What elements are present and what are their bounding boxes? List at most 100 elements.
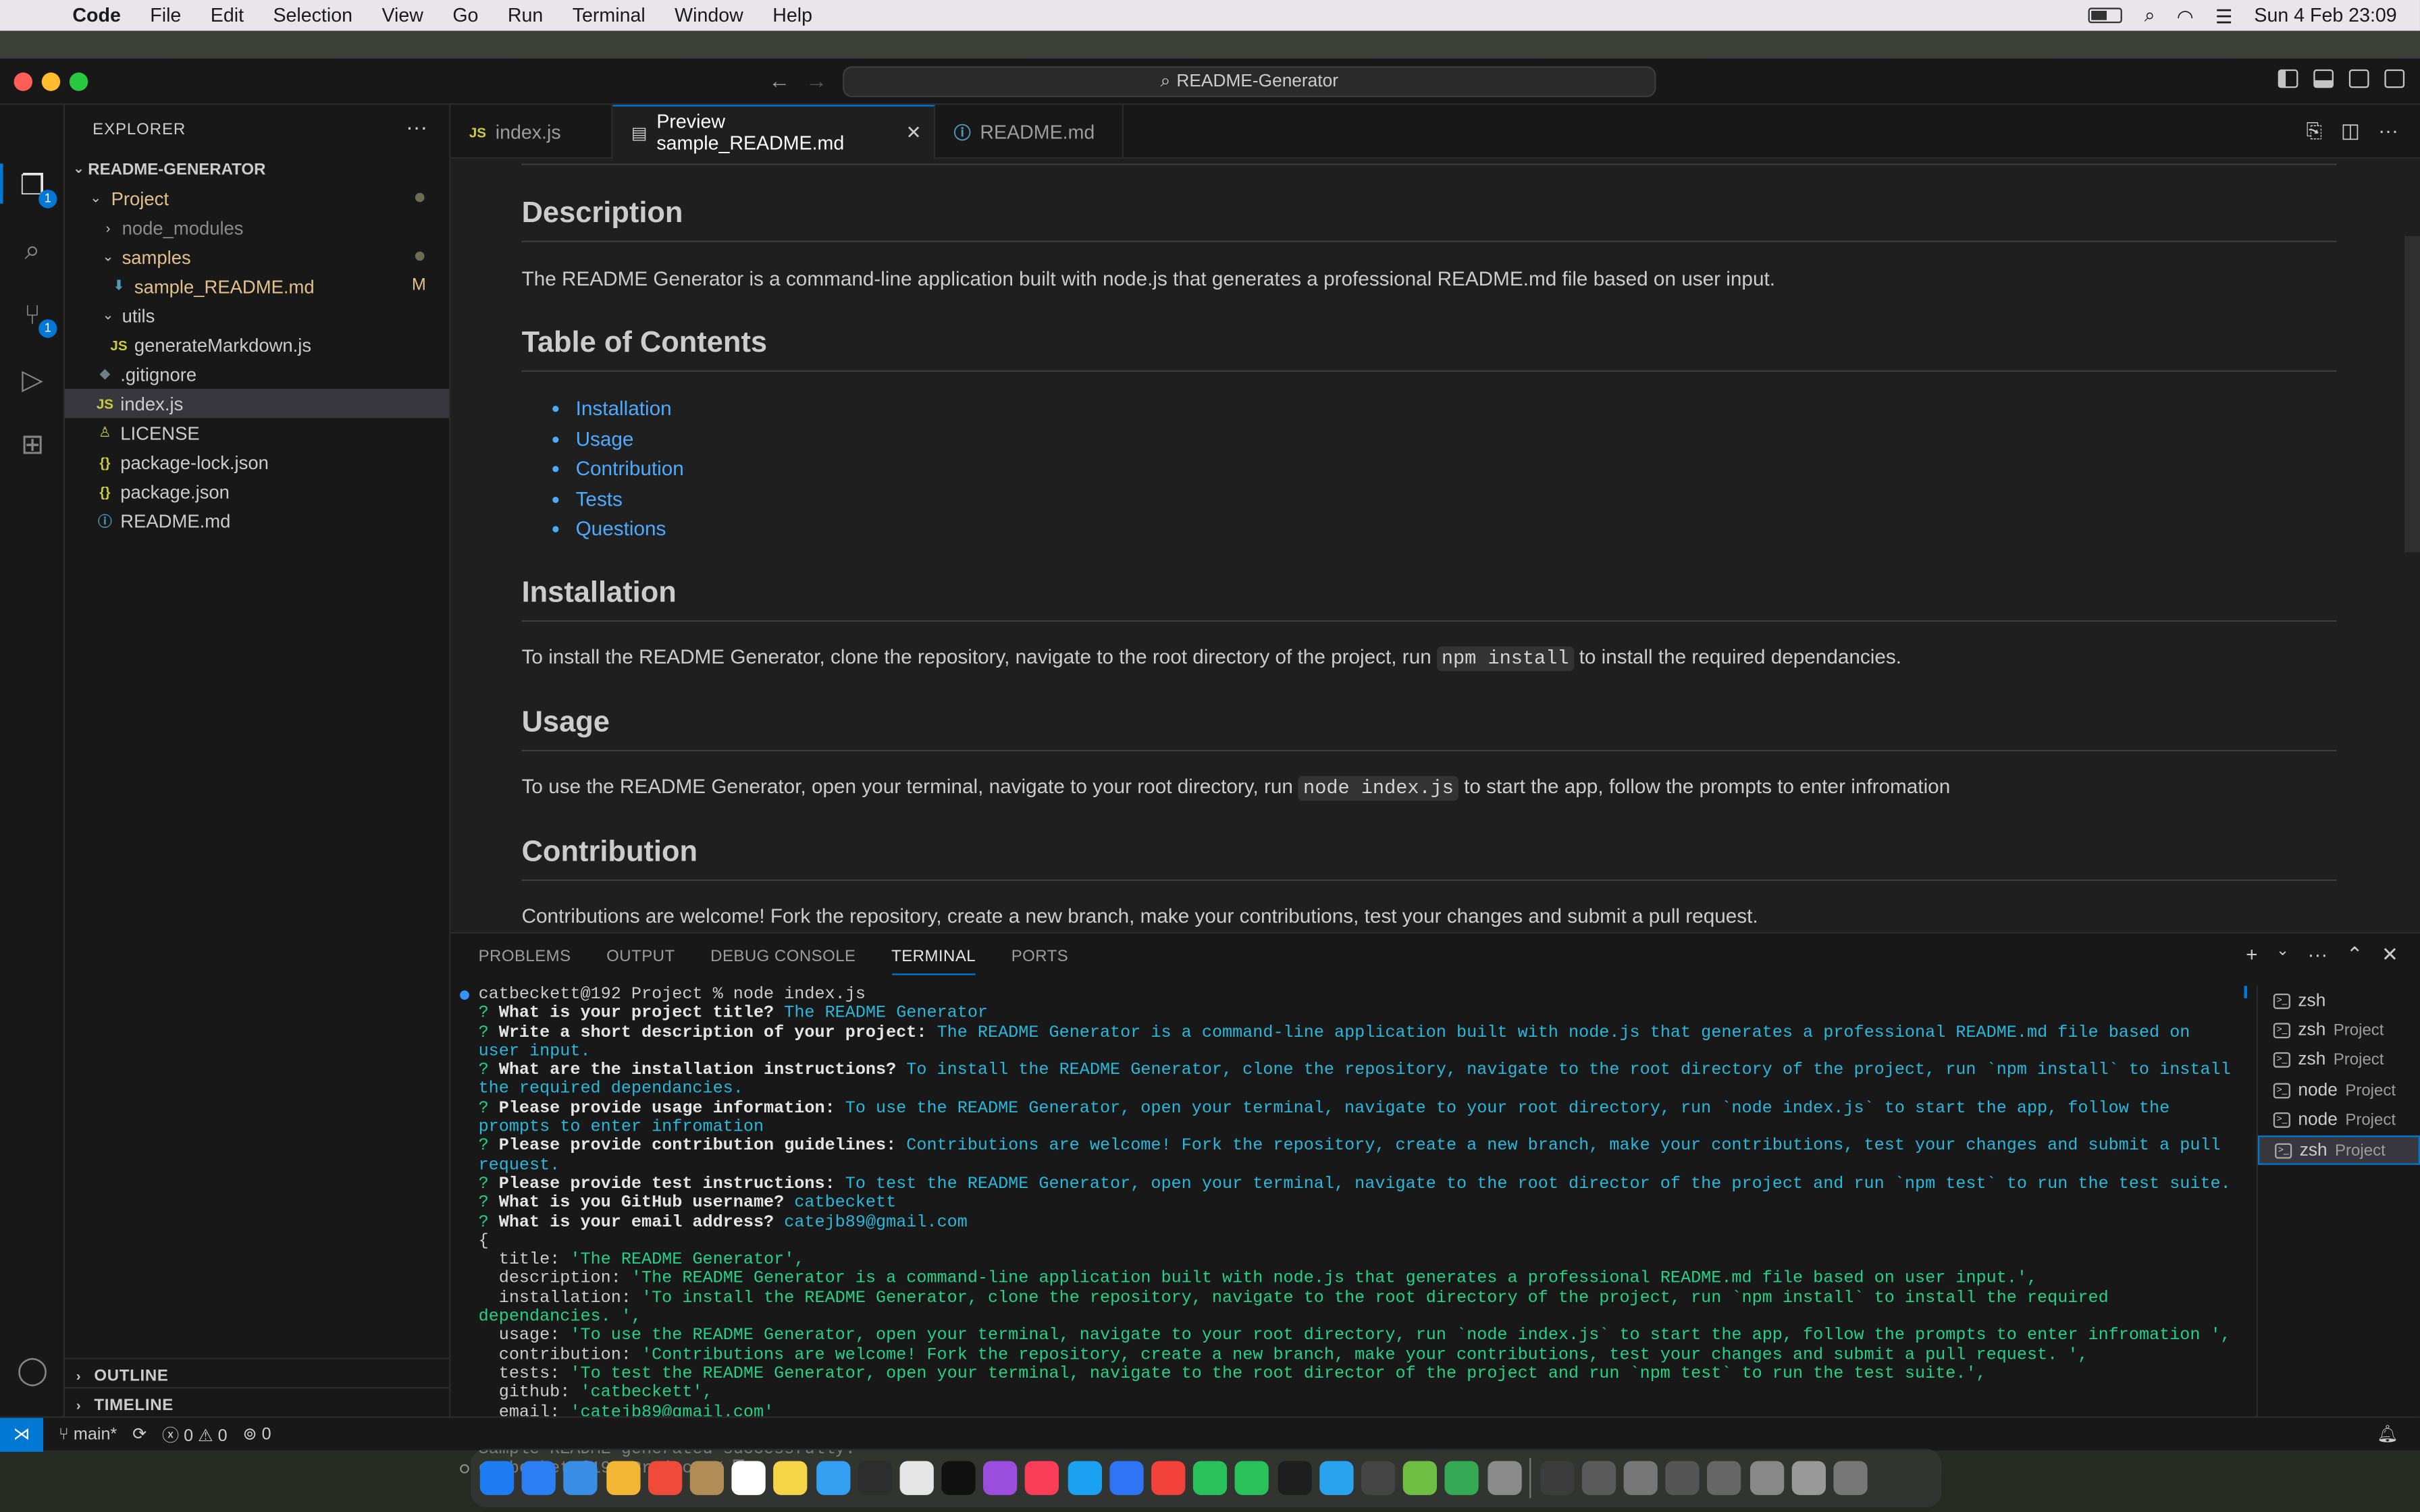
- dock-app-icon[interactable]: [858, 1461, 892, 1495]
- tree-file-gitignore[interactable]: ◆ .gitignore: [65, 360, 449, 389]
- more-actions-icon[interactable]: ···: [2308, 943, 2328, 968]
- dock-app-icon[interactable]: [1750, 1461, 1784, 1495]
- tree-folder-project[interactable]: ⌄ Project: [65, 184, 449, 213]
- dock-app-icon[interactable]: [1067, 1461, 1102, 1495]
- dock-app-icon[interactable]: [1151, 1461, 1186, 1495]
- dock-app-icon[interactable]: [648, 1461, 682, 1495]
- dock-app-icon[interactable]: [1109, 1461, 1144, 1495]
- dock-app-icon[interactable]: [731, 1461, 766, 1495]
- tab-output[interactable]: OUTPUT: [606, 947, 675, 975]
- dock-app-icon[interactable]: [815, 1461, 850, 1495]
- dock-app-icon[interactable]: [1361, 1461, 1396, 1495]
- problems-indicator[interactable]: ⓧ 0 ⚠ 0: [162, 1422, 228, 1447]
- explorer-icon[interactable]: ❐ 1: [14, 167, 57, 209]
- zoom-window-button[interactable]: [69, 72, 88, 91]
- minimize-window-button[interactable]: [41, 72, 61, 91]
- dock-app-icon[interactable]: [941, 1461, 976, 1495]
- more-actions-icon[interactable]: ···: [406, 114, 427, 139]
- menu-view[interactable]: View: [382, 5, 423, 26]
- tab-debug-console[interactable]: DEBUG CONSOLE: [710, 947, 856, 975]
- battery-icon[interactable]: [2088, 7, 2123, 24]
- sync-icon[interactable]: ⟳: [132, 1424, 147, 1444]
- command-center[interactable]: ⌕ README-Generator: [842, 66, 1656, 97]
- dock-app-icon[interactable]: [1445, 1461, 1479, 1495]
- dock-app-icon[interactable]: [1540, 1461, 1574, 1495]
- dock-app-icon[interactable]: [564, 1461, 598, 1495]
- tab-ports[interactable]: PORTS: [1011, 947, 1069, 975]
- dock-app-icon[interactable]: [1402, 1461, 1438, 1495]
- dock-app-icon[interactable]: [1707, 1461, 1742, 1495]
- menu-go[interactable]: Go: [452, 5, 478, 26]
- close-panel-icon[interactable]: ✕: [2382, 943, 2398, 968]
- run-debug-icon[interactable]: ▷: [14, 361, 51, 398]
- branch-indicator[interactable]: ⑂ main*: [59, 1425, 117, 1443]
- tab-problems[interactable]: PROBLEMS: [479, 947, 571, 975]
- notifications-bell-icon[interactable]: 🔔︎: [2377, 1424, 2398, 1444]
- toggle-primary-sidebar-icon[interactable]: [2278, 69, 2298, 88]
- back-arrow-icon[interactable]: ←: [768, 68, 790, 93]
- dock-app-icon[interactable]: [1193, 1461, 1228, 1495]
- menu-edit[interactable]: Edit: [211, 5, 244, 26]
- toggle-secondary-sidebar-icon[interactable]: [2348, 69, 2369, 88]
- tree-file-generate-markdown[interactable]: JS generateMarkdown.js: [65, 330, 449, 359]
- tab-preview-sample-readme[interactable]: ▤ Preview sample_README.md ✕: [612, 105, 936, 159]
- close-icon[interactable]: ✕: [906, 122, 922, 144]
- menu-code[interactable]: Code: [72, 5, 120, 26]
- menu-selection[interactable]: Selection: [273, 5, 352, 26]
- maximize-panel-icon[interactable]: ⌃: [2346, 943, 2363, 968]
- new-terminal-plus-icon[interactable]: +: [2246, 943, 2257, 968]
- terminal-output[interactable]: catbeckett@192 Project % node index.js? …: [460, 986, 2235, 1480]
- toc-link-questions[interactable]: Questions: [576, 518, 666, 541]
- dock-app-icon[interactable]: [479, 1461, 515, 1495]
- dock-app-icon[interactable]: [1277, 1461, 1311, 1495]
- tree-folder-samples[interactable]: ⌄ samples: [65, 242, 449, 271]
- spotlight-search-icon[interactable]: ⌕: [2145, 4, 2155, 27]
- tree-file-package-json[interactable]: {} package.json: [65, 477, 449, 506]
- tab-terminal[interactable]: TERMINAL: [891, 947, 976, 975]
- terminal-list-item[interactable]: >_ zsh Project: [2258, 1016, 2420, 1046]
- workspace-root[interactable]: ⌄ README-GENERATOR: [65, 155, 449, 184]
- terminal-list-item[interactable]: >_ zsh Project: [2257, 1135, 2420, 1166]
- toc-link-tests[interactable]: Tests: [576, 487, 623, 510]
- dock-app-icon[interactable]: [1665, 1461, 1700, 1495]
- chevron-down-icon[interactable]: ⌄: [2276, 943, 2289, 968]
- tree-folder-node-modules[interactable]: › node_modules: [65, 213, 449, 242]
- ports-indicator[interactable]: ⊚ 0: [243, 1424, 271, 1444]
- terminal-list-item[interactable]: >_ zsh: [2258, 986, 2420, 1016]
- dock-app-icon[interactable]: [773, 1461, 808, 1495]
- dock-app-icon[interactable]: [983, 1461, 1018, 1495]
- terminal-list-item[interactable]: >_ node Project: [2258, 1106, 2420, 1135]
- tree-file-index-js[interactable]: JS index.js: [64, 388, 450, 418]
- tree-folder-utils[interactable]: ⌄ utils: [65, 301, 449, 330]
- menu-file[interactable]: File: [150, 5, 181, 26]
- terminal-list-item[interactable]: >_ node Project: [2258, 1076, 2420, 1106]
- menu-window[interactable]: Window: [675, 5, 743, 26]
- dock-app-icon[interactable]: [1581, 1461, 1616, 1495]
- markdown-preview[interactable]: Description The README Generator is a co…: [450, 159, 2420, 932]
- split-editor-icon[interactable]: ◫: [2341, 119, 2360, 144]
- toc-link-contribution[interactable]: Contribution: [576, 457, 684, 480]
- preview-scrollbar[interactable]: [2404, 236, 2420, 553]
- dock-app-icon[interactable]: [521, 1461, 556, 1495]
- close-window-button[interactable]: [14, 72, 32, 91]
- tab-readme-md[interactable]: ⓘ README.md: [935, 105, 1124, 159]
- search-icon[interactable]: ⌕: [14, 232, 51, 269]
- forward-arrow-icon[interactable]: →: [806, 68, 827, 93]
- source-control-icon[interactable]: ⑂ 1: [14, 296, 57, 338]
- tab-index-js[interactable]: JS index.js: [450, 105, 613, 159]
- tree-file-readme[interactable]: ⓘ README.md: [65, 506, 449, 535]
- toc-link-usage[interactable]: Usage: [576, 427, 634, 450]
- dock-app-icon[interactable]: [606, 1461, 640, 1495]
- terminal-scrollbar[interactable]: [2244, 986, 2250, 1403]
- dock-app-icon[interactable]: [1235, 1461, 1269, 1495]
- more-actions-icon[interactable]: ···: [2378, 119, 2398, 144]
- menubar-datetime[interactable]: Sun 4 Feb 23:09: [2254, 5, 2396, 26]
- toggle-panel-icon[interactable]: [2313, 69, 2334, 88]
- dock-app-icon[interactable]: [1025, 1461, 1059, 1495]
- dock-app-icon[interactable]: [1319, 1461, 1353, 1495]
- dock-app-icon[interactable]: [1623, 1461, 1658, 1495]
- remote-indicator-icon[interactable]: ⋊: [0, 1417, 43, 1451]
- dock-app-icon[interactable]: [689, 1461, 724, 1495]
- wifi-icon[interactable]: ◠: [2177, 4, 2194, 27]
- toc-link-installation[interactable]: Installation: [576, 396, 672, 419]
